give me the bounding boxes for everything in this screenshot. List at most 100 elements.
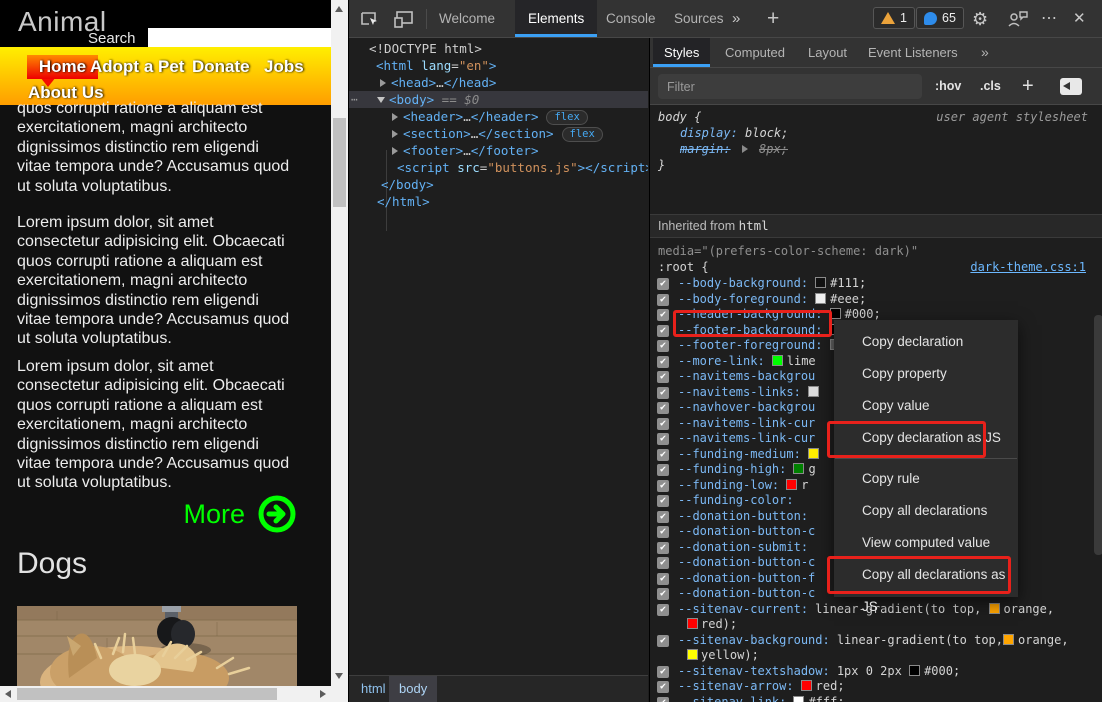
more-tabs-icon[interactable]: » xyxy=(970,38,1000,67)
search-input[interactable] xyxy=(148,28,334,47)
css-property-row[interactable]: ✔--sitenav-textshadow:1px 0 2px #000; xyxy=(650,664,1090,680)
close-icon[interactable]: ✕ xyxy=(1073,0,1086,38)
property-name[interactable]: --funding-high: xyxy=(678,462,786,478)
property-checkbox[interactable]: ✔ xyxy=(657,666,669,678)
dom-tree-row[interactable]: <head>…</head> xyxy=(349,74,648,91)
flex-badge[interactable]: flex xyxy=(562,127,603,142)
property-value[interactable]: linear-gradient(to top, orange, xyxy=(815,602,1054,618)
color-swatch[interactable] xyxy=(830,308,841,319)
add-tab-icon[interactable]: + xyxy=(767,0,779,38)
dom-tree-row[interactable]: </body> xyxy=(349,176,648,193)
scroll-up-icon[interactable] xyxy=(335,6,343,12)
tab-sources[interactable]: Sources xyxy=(661,0,737,37)
property-name[interactable]: --header-background: xyxy=(678,307,823,323)
expander-icon[interactable] xyxy=(742,145,748,153)
nav-item-adopt-a-pet[interactable]: Adopt a Pet xyxy=(90,57,184,77)
property-checkbox[interactable]: ✔ xyxy=(657,464,669,476)
more-link[interactable]: More xyxy=(183,499,245,529)
property-name[interactable]: --sitenav-background: xyxy=(678,633,830,649)
menu-item-copy-all-declarations-as-js[interactable]: Copy all declarations as JS xyxy=(834,559,1018,591)
dom-tree-row[interactable]: </html> xyxy=(349,193,648,210)
color-swatch[interactable] xyxy=(786,479,797,490)
color-swatch[interactable] xyxy=(989,603,1000,614)
property-name[interactable]: --donation-button: xyxy=(678,509,808,525)
ua-rule-selector[interactable]: body { xyxy=(658,110,701,126)
flex-badge[interactable]: flex xyxy=(546,110,587,125)
color-swatch[interactable] xyxy=(793,696,804,702)
dom-tree-row[interactable]: <script src="buttons.js"></script> xyxy=(349,159,648,176)
property-checkbox[interactable]: ✔ xyxy=(657,340,669,352)
property-checkbox[interactable]: ✔ xyxy=(657,526,669,538)
property-value[interactable]: linear-gradient(to top,orange, xyxy=(837,633,1069,649)
ua-display-declaration[interactable]: display: block; xyxy=(680,126,788,142)
property-name[interactable]: --navhover-backgrou xyxy=(678,400,815,416)
property-name[interactable]: --donation-button-c xyxy=(678,524,815,540)
dom-node-text[interactable]: <header>…</header>flex xyxy=(403,108,588,125)
property-name[interactable]: --funding-low: xyxy=(678,478,779,494)
property-checkbox[interactable]: ✔ xyxy=(657,604,669,616)
property-name[interactable]: --sitenav-current: xyxy=(678,602,808,618)
property-checkbox[interactable]: ✔ xyxy=(657,697,669,702)
tab-computed[interactable]: Computed xyxy=(714,38,796,67)
menu-item-copy-value[interactable]: Copy value xyxy=(834,390,1018,422)
property-checkbox[interactable]: ✔ xyxy=(657,294,669,306)
settings-gear-icon[interactable]: ⚙ xyxy=(972,0,988,38)
property-name[interactable]: --donation-button-f xyxy=(678,571,815,587)
expander-icon[interactable] xyxy=(377,97,385,103)
property-name[interactable]: --funding-medium: xyxy=(678,447,801,463)
property-checkbox[interactable]: ✔ xyxy=(657,433,669,445)
tab-welcome[interactable]: Welcome xyxy=(426,0,508,37)
color-swatch[interactable] xyxy=(1003,634,1014,645)
property-checkbox[interactable]: ✔ xyxy=(657,480,669,492)
ua-margin-declaration[interactable]: margin: 8px; xyxy=(680,142,788,158)
property-checkbox[interactable]: ✔ xyxy=(657,588,669,600)
dom-node-text[interactable]: <head>…</head> xyxy=(391,74,496,91)
css-property-row[interactable]: ✔--body-background:#111; xyxy=(650,276,1090,292)
tab-event-listeners[interactable]: Event Listeners xyxy=(857,38,969,67)
dom-tree-row[interactable]: <html lang="en"> xyxy=(349,57,648,74)
color-swatch[interactable] xyxy=(808,448,819,459)
dom-tree-row[interactable]: <footer>…</footer> xyxy=(349,142,648,159)
issues-badge[interactable]: 65 xyxy=(916,7,964,29)
color-swatch[interactable] xyxy=(909,665,920,676)
property-value[interactable] xyxy=(808,385,823,401)
property-checkbox[interactable]: ✔ xyxy=(657,371,669,383)
property-value[interactable]: red; xyxy=(801,679,845,695)
menu-item-view-computed-value[interactable]: View computed value xyxy=(834,527,1018,559)
css-property-row[interactable]: ✔ --sitenav-background: linear-gradient(to… xyxy=(650,633,1090,649)
page-horizontal-scrollbar[interactable] xyxy=(0,686,331,702)
filter-input[interactable] xyxy=(658,74,922,99)
dom-node-text[interactable]: <footer>…</footer> xyxy=(403,142,538,159)
property-checkbox[interactable]: ✔ xyxy=(657,635,669,647)
property-value-wrap[interactable]: yellow); xyxy=(687,648,759,664)
expander-icon[interactable] xyxy=(392,130,398,138)
horizontal-scroll-thumb[interactable] xyxy=(17,688,277,700)
property-name[interactable]: --navitems-link-cur xyxy=(678,431,815,447)
menu-item-copy-declaration-as-js[interactable]: Copy declaration as JS xyxy=(834,422,1018,454)
warnings-badge[interactable]: 1 xyxy=(873,7,915,29)
property-checkbox[interactable]: ✔ xyxy=(657,449,669,461)
color-swatch[interactable] xyxy=(815,277,826,288)
class-button[interactable]: .cls xyxy=(980,68,1001,104)
feedback-icon[interactable] xyxy=(1007,10,1029,28)
stylesheet-link[interactable]: dark-theme.css:1 xyxy=(970,260,1086,274)
inherited-node[interactable]: html xyxy=(739,218,769,233)
color-swatch[interactable] xyxy=(687,618,698,629)
property-value[interactable]: #eee; xyxy=(815,292,866,308)
property-value[interactable]: #111; xyxy=(815,276,866,292)
property-name[interactable]: --donation-button-c xyxy=(678,555,815,571)
property-value[interactable]: 1px 0 2px #000; xyxy=(837,664,960,680)
color-swatch[interactable] xyxy=(687,649,698,660)
dom-node-text[interactable]: <!DOCTYPE html> xyxy=(369,40,482,57)
property-checkbox[interactable]: ✔ xyxy=(657,495,669,507)
property-name[interactable]: --navitems-backgrou xyxy=(678,369,815,385)
color-swatch[interactable] xyxy=(801,680,812,691)
property-name[interactable]: --more-link: xyxy=(678,354,765,370)
expander-icon[interactable] xyxy=(392,147,398,155)
dom-node-text[interactable]: <section>…</section>flex xyxy=(403,125,603,142)
css-property-row[interactable]: ✔--body-foreground:#eee; xyxy=(650,292,1090,308)
dom-node-text[interactable]: </html> xyxy=(377,193,430,210)
property-name[interactable]: --navitems-link-cur xyxy=(678,416,815,432)
menu-item-copy-all-declarations[interactable]: Copy all declarations xyxy=(834,495,1018,527)
property-name[interactable]: --sitenav-arrow: xyxy=(678,679,794,695)
